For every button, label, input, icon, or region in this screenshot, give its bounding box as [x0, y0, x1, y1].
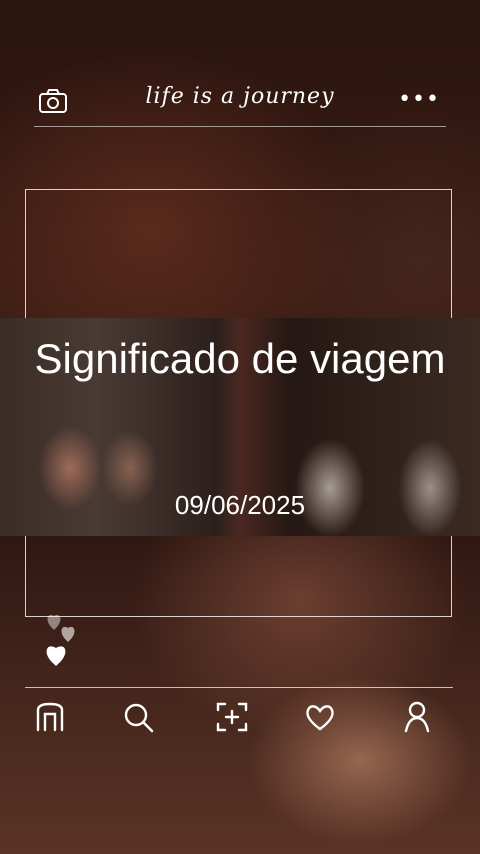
- more-dots-icon[interactable]: •••: [398, 89, 440, 111]
- top-bar: life is a journey •••: [34, 78, 446, 127]
- add-frame-icon[interactable]: [215, 700, 249, 734]
- heart-icon[interactable]: [303, 700, 337, 734]
- post-date: 09/06/2025: [174, 490, 306, 520]
- search-icon[interactable]: [121, 700, 155, 734]
- post-title: Significado de viagem: [34, 335, 446, 382]
- bottom-nav: [25, 687, 453, 748]
- app-title: life is a journey: [145, 84, 335, 109]
- hearts-icon: [40, 610, 84, 670]
- home-icon[interactable]: [33, 700, 67, 734]
- profile-icon[interactable]: [400, 700, 434, 734]
